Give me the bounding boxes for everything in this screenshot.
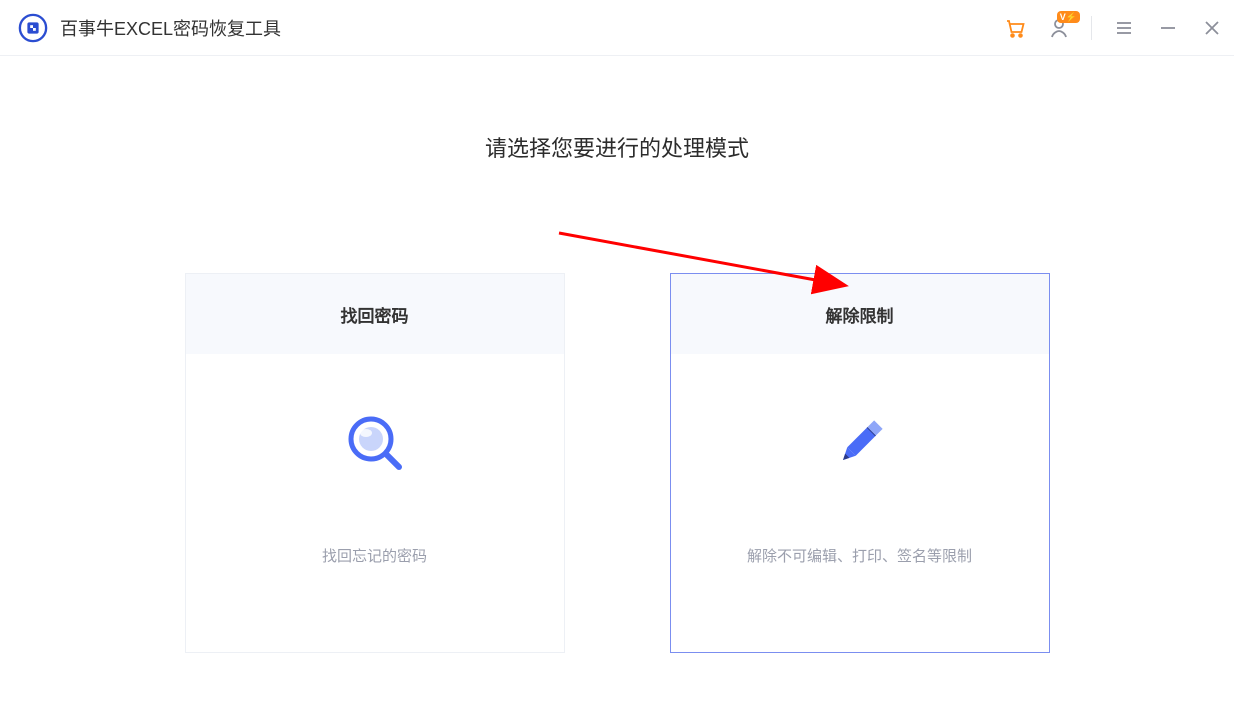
card-recover-password[interactable]: 找回密码 找回忘记的密码 (185, 273, 565, 653)
page-heading: 请选择您要进行的处理模式 (0, 131, 1234, 163)
user-account-icon[interactable]: V⚡ (1047, 16, 1071, 40)
main-content: 请选择您要进行的处理模式 找回密码 找回忘记的密码 解除限制 解除不可编辑、打印… (0, 56, 1234, 653)
card-remove-restriction[interactable]: 解除限制 解除不可编辑、打印、签名等限制 (670, 273, 1050, 653)
card-body: 解除不可编辑、打印、签名等限制 (671, 354, 1049, 652)
card-body: 找回忘记的密码 (186, 354, 564, 652)
pencil-icon (828, 411, 892, 475)
mode-cards: 找回密码 找回忘记的密码 解除限制 解除不可编辑、打印、签名等限制 (0, 273, 1234, 653)
hamburger-menu-icon[interactable] (1112, 16, 1136, 40)
titlebar: 百事牛EXCEL密码恢复工具 V⚡ (0, 0, 1234, 56)
toolbar-divider (1091, 16, 1092, 40)
magnifier-icon (343, 411, 407, 475)
card-title: 解除限制 (671, 274, 1049, 354)
card-description: 找回忘记的密码 (322, 545, 427, 566)
app-logo-icon (18, 13, 48, 43)
titlebar-right: V⚡ (1003, 16, 1224, 40)
close-icon[interactable] (1200, 16, 1224, 40)
minimize-icon[interactable] (1156, 16, 1180, 40)
cart-icon[interactable] (1003, 16, 1027, 40)
card-title: 找回密码 (186, 274, 564, 354)
card-description: 解除不可编辑、打印、签名等限制 (747, 545, 972, 566)
vip-badge: V⚡ (1057, 11, 1080, 23)
app-title: 百事牛EXCEL密码恢复工具 (60, 15, 281, 41)
titlebar-left: 百事牛EXCEL密码恢复工具 (18, 13, 281, 43)
